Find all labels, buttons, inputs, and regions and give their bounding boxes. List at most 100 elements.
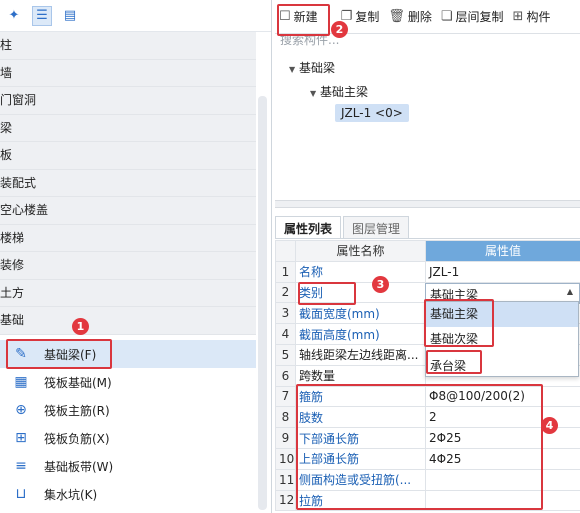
sub-item[interactable]: ▦ 筏板基础(M) <box>0 368 256 396</box>
left-scrollbar[interactable] <box>258 96 267 510</box>
annotation-badge-4: 4 <box>541 417 558 434</box>
list-view-icon[interactable]: ☰ <box>32 5 52 26</box>
floor-copy-icon: ❏ <box>440 9 453 24</box>
category-dropdown-list: 基础主梁 基础次梁 承台梁 <box>425 301 579 377</box>
property-value[interactable] <box>425 468 580 491</box>
row-number: 2 <box>275 281 296 304</box>
dropdown-option[interactable]: 基础次梁 <box>426 327 578 352</box>
raft-negative-rebar-icon: ⊞ <box>15 430 27 446</box>
search-input[interactable]: 搜索构件... <box>280 34 339 48</box>
right-panel: ☐ 新建 ❐ 复制 🗑 删除 ❏ 层间复制 ⊞ 构件 搜索构件... ▼ 基础梁 ▼ 基础… <box>275 0 580 513</box>
tree-node-child[interactable]: ▼ 基础主梁 <box>310 83 368 100</box>
foundation-strip-icon: ≡ <box>15 458 27 474</box>
panel-splitter[interactable] <box>275 200 580 208</box>
sub-item-label: 基础板带(W) <box>44 460 114 474</box>
tab-properties[interactable]: 属性列表 <box>275 216 342 238</box>
category-item[interactable]: 装配式 <box>0 169 256 197</box>
category-item[interactable]: 基础 <box>0 307 256 335</box>
right-toolbar: ☐ 新建 ❐ 复制 🗑 删除 ❏ 层间复制 ⊞ 构件 <box>275 0 580 34</box>
raft-main-rebar-icon: ⊕ <box>15 402 27 418</box>
property-value[interactable] <box>425 489 580 512</box>
table-header-value: 属性值 <box>425 240 580 262</box>
property-value[interactable]: Φ8@100/200(2) <box>425 385 580 408</box>
delete-button[interactable]: 🗑 删除 <box>388 8 432 25</box>
dropdown-option[interactable]: 承台梁 <box>426 354 578 379</box>
tab-layers[interactable]: 图层管理 <box>343 216 410 238</box>
sub-item[interactable]: ⊞ 筏板负筋(X) <box>0 424 256 452</box>
annotation-badge-3: 3 <box>372 276 389 293</box>
property-name: 轴线距梁左边线距离... <box>295 343 426 366</box>
chevron-down-icon: ▼ <box>310 89 317 98</box>
chevron-down-icon: ▼ <box>289 65 296 74</box>
row-number: 11 <box>275 468 296 491</box>
property-name: 名称 <box>295 260 426 283</box>
property-tabs: 属性列表 图层管理 <box>275 216 580 239</box>
sub-item-label: 基础梁(F) <box>44 348 97 362</box>
dropdown-option[interactable]: 基础主梁 <box>426 302 578 327</box>
foundation-beam-icon: ✎ <box>15 346 27 362</box>
sub-item[interactable]: ⊕ 筏板主筋(R) <box>0 396 256 424</box>
sub-item[interactable]: ⊔ 集水坑(K) <box>0 480 256 508</box>
category-item[interactable]: 梁 <box>0 114 256 142</box>
row-number: 10 <box>275 447 296 470</box>
table-row[interactable]: 12 拉筋 <box>275 489 580 512</box>
pin-icon[interactable]: ✦ <box>4 6 24 26</box>
sump-pit-icon: ⊔ <box>15 486 27 502</box>
category-item[interactable]: 门窗洞 <box>0 87 256 115</box>
table-header-num <box>275 240 296 262</box>
property-name: 下部通长筋 <box>295 427 426 449</box>
table-row[interactable]: 9 下部通长筋 2Φ25 <box>275 427 580 449</box>
property-value[interactable]: 4Φ25 <box>425 447 580 470</box>
table-row[interactable]: 7 箍筋 Φ8@100/200(2) <box>275 385 580 408</box>
row-number: 4 <box>275 323 296 345</box>
left-toolbar: ✦ ☰ ▤ <box>0 0 271 32</box>
row-number: 7 <box>275 385 296 408</box>
caret-up-icon: ▲ <box>566 287 573 296</box>
new-icon: ☐ <box>279 9 291 24</box>
property-name: 肢数 <box>295 406 426 429</box>
tree-node-selected[interactable]: JZL-1 <0> <box>335 104 409 122</box>
sub-item-label: 集水坑(K) <box>44 488 98 502</box>
table-row[interactable]: 1 名称 JZL-1 <box>275 260 580 283</box>
floor-copy-button[interactable]: ❏ 层间复制 <box>441 8 504 25</box>
table-header-name: 属性名称 <box>295 240 426 262</box>
property-name: 拉筋 <box>295 489 426 512</box>
category-item[interactable]: 柱 <box>0 32 256 60</box>
annotation-badge-2: 2 <box>331 21 348 38</box>
category-item[interactable]: 板 <box>0 142 256 170</box>
property-name: 截面宽度(mm) <box>295 302 426 325</box>
category-list: 柱墙门窗洞梁板装配式 空心楼盖 楼梯 装修 土方 基础 <box>0 32 271 335</box>
category-item[interactable]: 土方 <box>0 279 256 307</box>
property-name: 截面高度(mm) <box>295 323 426 345</box>
sub-item-label: 筏板主筋(R) <box>44 404 110 418</box>
property-name: 类别 <box>295 281 426 304</box>
sub-item-label: 筏板基础(M) <box>44 376 112 390</box>
table-row[interactable]: 11 侧面构造或受扭筋(... <box>275 468 580 491</box>
detail-view-icon[interactable]: ▤ <box>60 6 80 26</box>
property-name: 箍筋 <box>295 385 426 408</box>
property-name: 侧面构造或受扭筋(... <box>295 468 426 491</box>
tree-node-root[interactable]: ▼ 基础梁 <box>289 59 335 76</box>
property-value[interactable]: 2Φ25 <box>425 427 580 449</box>
new-button[interactable]: ☐ 新建 <box>279 8 318 25</box>
category-item[interactable]: 空心楼盖 <box>0 197 256 225</box>
category-item[interactable]: 楼梯 <box>0 224 256 252</box>
trash-icon: 🗑 <box>388 9 405 24</box>
property-value[interactable]: JZL-1 <box>425 260 580 283</box>
table-row[interactable]: 8 肢数 2 <box>275 406 580 429</box>
property-name: 跨数量 <box>295 364 426 387</box>
row-number: 6 <box>275 364 296 387</box>
sub-item[interactable]: ≡ 基础板带(W) <box>0 452 256 480</box>
copy-button[interactable]: ❐ 复制 <box>341 8 380 25</box>
raft-foundation-icon: ▦ <box>14 374 28 390</box>
component-button[interactable]: ⊞ 构件 <box>513 8 551 25</box>
table-row[interactable]: 10 上部通长筋 4Φ25 <box>275 447 580 470</box>
sub-item[interactable]: ✎ 基础梁(F) <box>0 340 256 368</box>
row-number: 9 <box>275 427 296 449</box>
row-number: 8 <box>275 406 296 429</box>
category-item[interactable]: 装修 <box>0 252 256 280</box>
annotation-badge-1: 1 <box>72 318 89 335</box>
row-number: 12 <box>275 489 296 512</box>
sub-item-label: 筏板负筋(X) <box>44 432 110 446</box>
category-item[interactable]: 墙 <box>0 59 256 87</box>
